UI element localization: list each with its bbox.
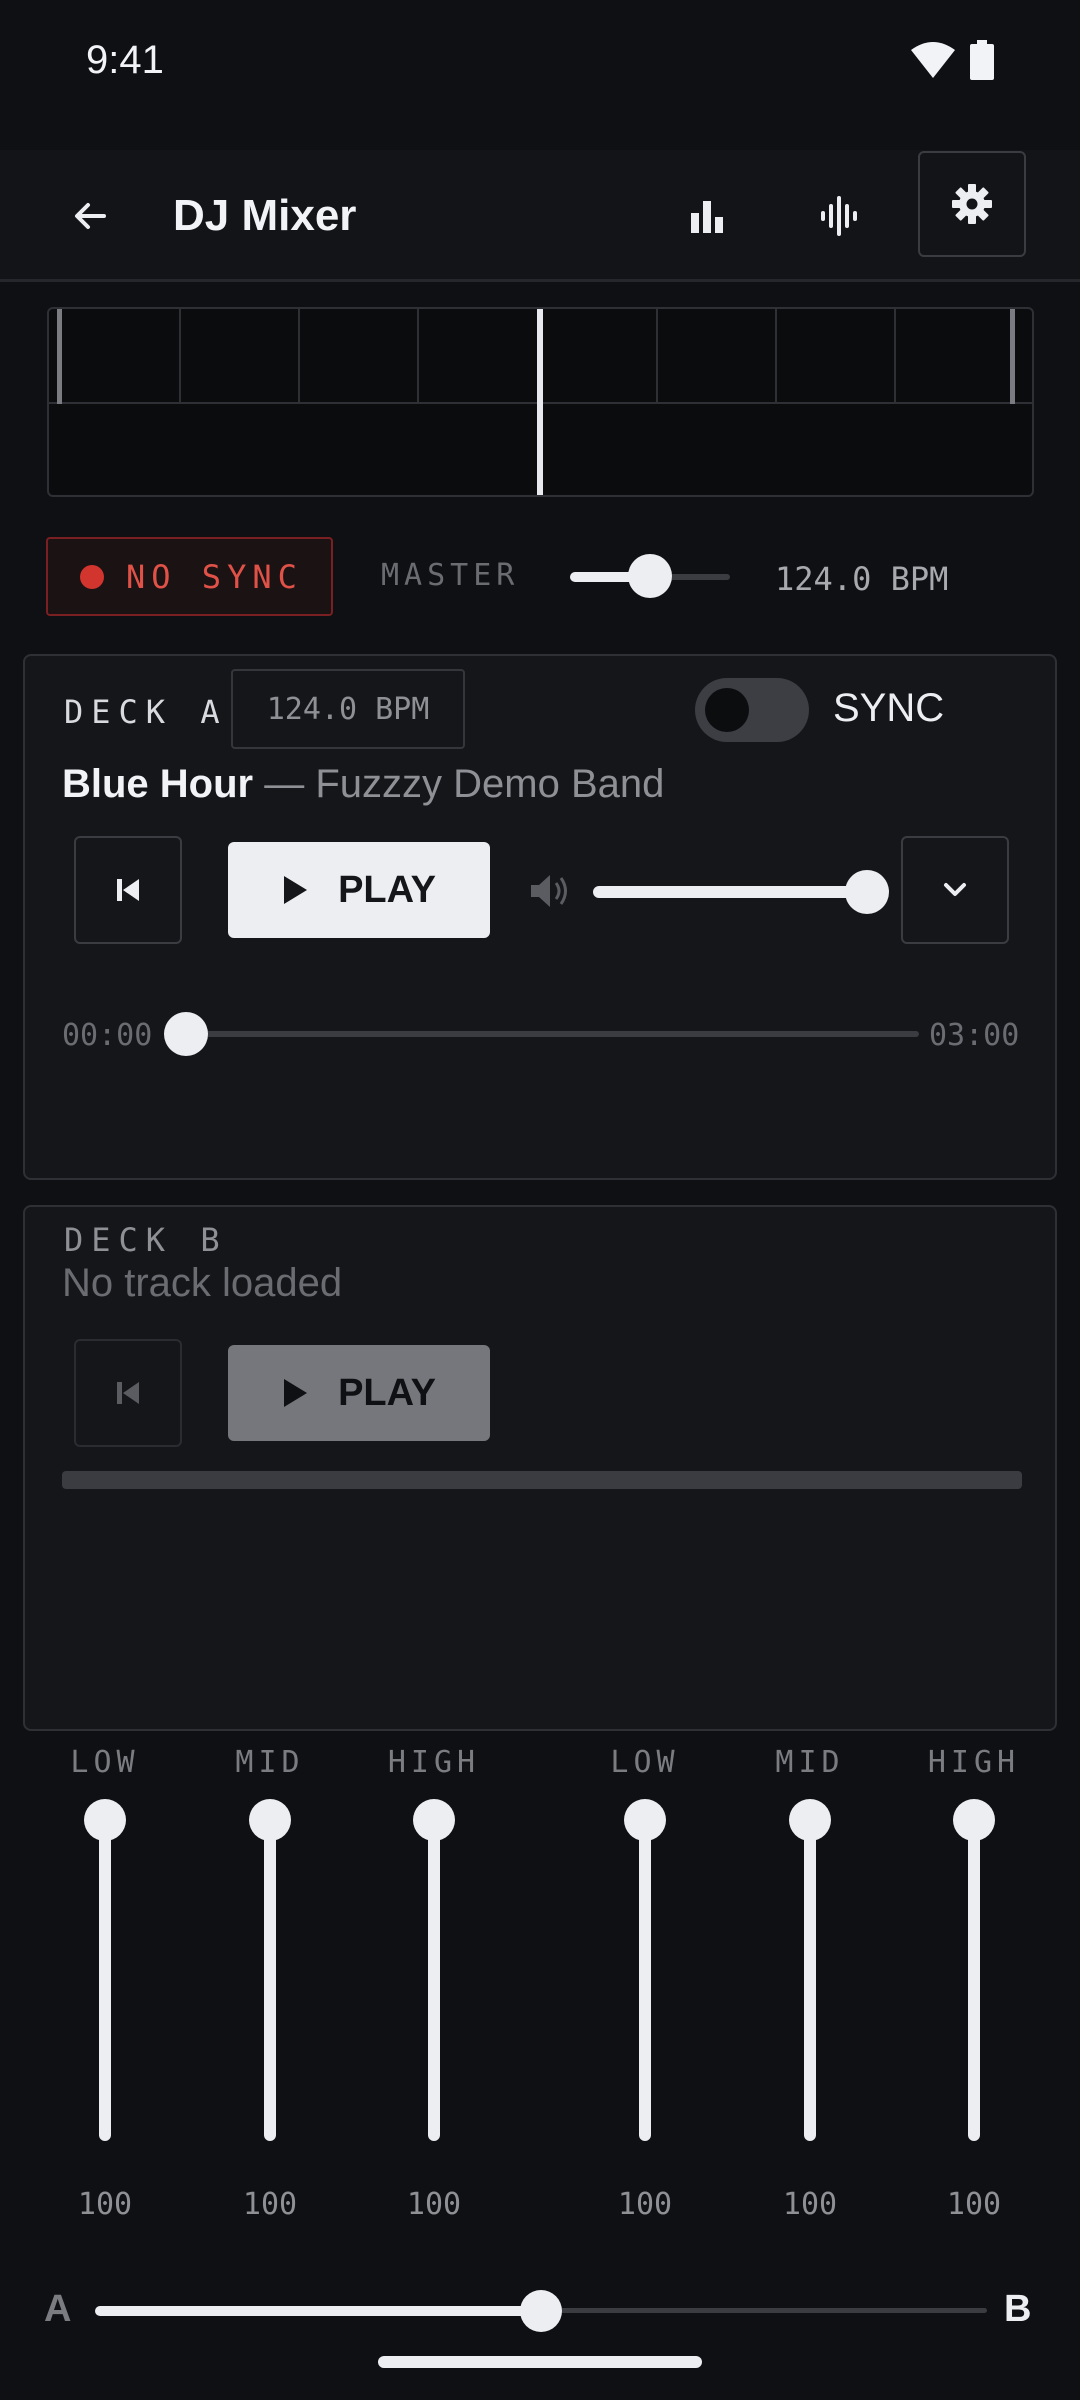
play-button[interactable]: PLAY [228,1345,490,1441]
toggle-knob [705,688,749,732]
wifi-icon [911,42,955,78]
track-separator: — [264,762,305,806]
beat-line [298,309,300,404]
status-icons [910,40,994,80]
back-arrow-icon [75,203,106,229]
sync-status-badge[interactable]: NO SYNC [46,537,333,616]
cue-marker [57,309,62,404]
sync-toggle[interactable] [695,678,809,742]
play-label: PLAY [338,868,436,911]
app-bar: DJ Mixer [0,150,1080,282]
eq-label: LOW [70,1745,140,1780]
playhead[interactable] [537,309,543,495]
crossfader-track[interactable] [541,2308,987,2313]
eq-label: HIGH [927,1745,1021,1780]
chevron-down-icon [944,883,966,896]
eq-band-b-low: LOW 100 [575,1745,715,2222]
eq-band-a-mid: MID 100 [200,1745,340,2222]
settings-button[interactable] [918,151,1026,257]
master-label: MASTER [381,558,520,593]
eq-label: MID [775,1745,845,1780]
play-icon [284,1379,308,1407]
eq-band-b-mid: MID 100 [740,1745,880,2222]
seek-track-disabled [62,1471,1022,1489]
seek-slider[interactable] [164,1012,208,1056]
eq-value: 100 [77,2187,133,2222]
eq-slider[interactable] [789,1799,831,1841]
eq-track[interactable] [428,1825,440,2141]
eq-label: HIGH [387,1745,481,1780]
eq-slider[interactable] [413,1799,455,1841]
skip-previous-button[interactable] [74,1339,182,1447]
eq-value: 100 [242,2187,298,2222]
beat-line [775,309,777,404]
eq-label: MID [235,1745,305,1780]
play-label: PLAY [338,1371,436,1414]
seek-track[interactable] [173,1031,919,1037]
eq-value: 100 [782,2187,838,2222]
eq-track[interactable] [639,1825,651,2141]
crossfader-label-b: B [1004,2288,1032,2330]
empty-deck-text: No track loaded [62,1261,343,1305]
volume-track[interactable] [593,886,883,898]
stats-button[interactable] [671,180,743,252]
beat-line [179,309,181,404]
track-artist: Fuzzzy Demo Band [315,762,665,806]
track-title: Blue Hour [62,762,254,806]
master-tempo-slider[interactable] [628,554,672,598]
sync-label: SYNC [833,686,945,730]
eq-slider[interactable] [84,1799,126,1841]
crossfader-label-a: A [44,2288,72,2330]
eq-track[interactable] [968,1825,980,2141]
play-button[interactable]: PLAY [228,842,490,938]
crossfader-fill [95,2306,541,2316]
end-marker [1010,309,1015,404]
beat-line [656,309,658,404]
master-bpm: 124.0 BPM [775,560,949,598]
eq-value: 100 [617,2187,673,2222]
eq-band-b-high: HIGH 100 [904,1745,1044,2222]
eq-slider[interactable] [249,1799,291,1841]
battery-icon [970,40,994,80]
page-title: DJ Mixer [173,191,357,240]
beat-line [417,309,419,404]
volume-icon [531,875,567,907]
waveform-overview[interactable] [47,307,1034,497]
sync-status-text: NO SYNC [126,557,303,596]
sync-status-dot [80,564,104,589]
crossfader-slider[interactable] [520,2290,562,2332]
waveform-button[interactable] [803,180,875,252]
waveform-icon [821,196,857,236]
status-time: 9:41 [86,38,164,82]
eq-slider[interactable] [953,1799,995,1841]
eq-track[interactable] [99,1825,111,2141]
eq-slider[interactable] [624,1799,666,1841]
deck-bpm-field[interactable]: 124.0 BPM [231,669,465,749]
play-icon [284,876,308,904]
eq-label: LOW [610,1745,680,1780]
eq-value: 100 [406,2187,462,2222]
volume-slider[interactable] [845,870,889,914]
eq-band-a-low: LOW 100 [35,1745,175,2222]
skip-previous-button[interactable] [74,836,182,944]
eq-track[interactable] [264,1825,276,2141]
gear-icon [952,184,992,224]
expand-button[interactable] [901,836,1009,944]
eq-value: 100 [946,2187,1002,2222]
home-indicator[interactable] [378,2356,702,2368]
skip-previous-icon [117,1382,139,1404]
deck-a: DECK A 124.0 BPM SYNC Blue Hour — Fuzzzy… [23,654,1057,1180]
deck-b: DECK B No track loaded PLAY [23,1205,1057,1731]
bar-chart-icon [691,201,723,233]
duration-time: 03:00 [929,1018,1020,1053]
eq-track[interactable] [804,1825,816,2141]
eq-band-a-high: HIGH 100 [364,1745,504,2222]
deck-label: DECK B [64,1221,228,1259]
beat-line [894,309,896,404]
back-button[interactable] [56,182,124,250]
deck-label: DECK A [64,693,228,731]
elapsed-time: 00:00 [62,1018,153,1053]
skip-previous-icon [117,879,139,901]
track-info: Blue Hour — Fuzzzy Demo Band [62,756,664,812]
